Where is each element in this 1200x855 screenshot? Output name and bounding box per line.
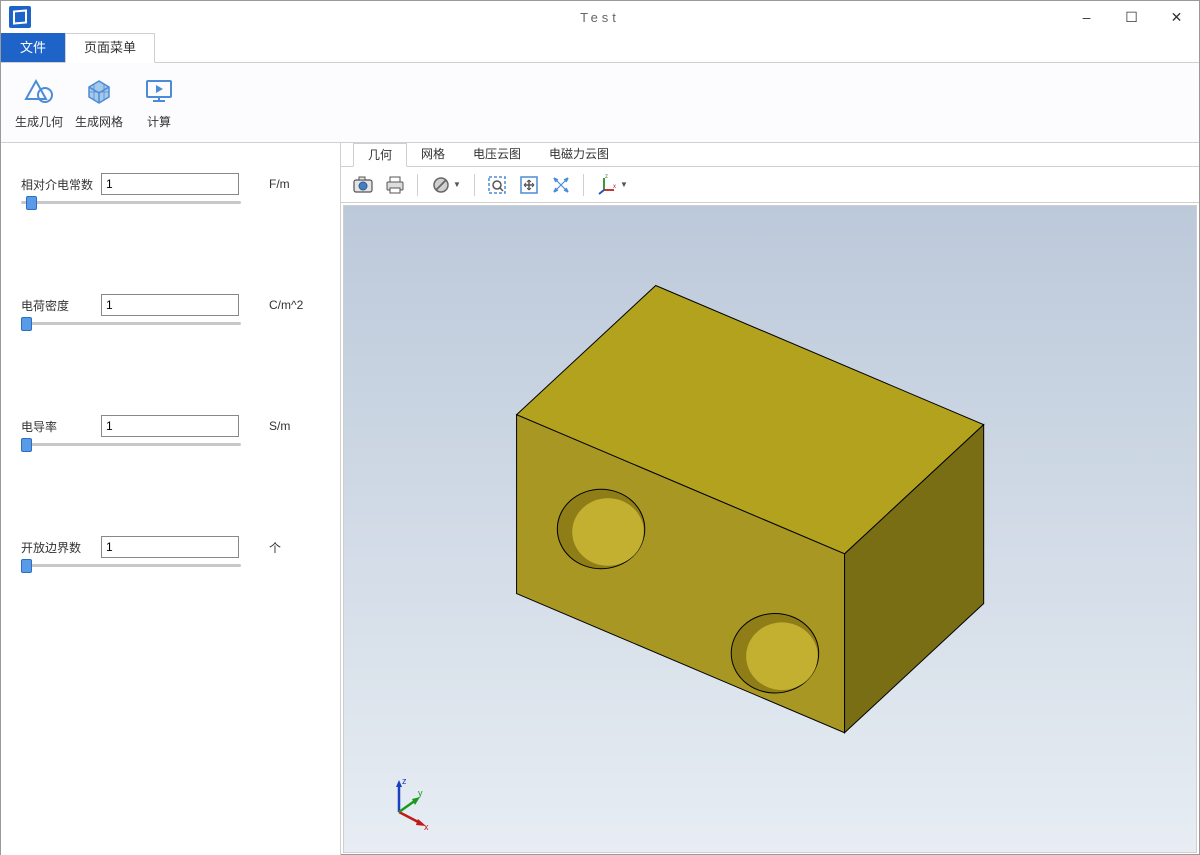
axes-icon: z x [596, 174, 618, 196]
charge-density-slider[interactable] [21, 322, 241, 325]
conductivity-slider[interactable] [21, 443, 241, 446]
toolbar-separator [474, 174, 475, 196]
triangle-circle-icon [23, 75, 55, 107]
camera-button[interactable] [349, 171, 377, 199]
3d-viewport[interactable]: z x y [343, 205, 1197, 853]
open-boundary-input[interactable] [101, 536, 239, 558]
gen-mesh-button[interactable]: 生成网格 [71, 68, 127, 138]
window-controls: – ☐ ✕ [1064, 1, 1199, 33]
close-button[interactable]: ✕ [1154, 1, 1199, 33]
param-permittivity: 相对介电常数 F/m [21, 173, 320, 204]
menu-tabs: 文件 页面菜单 [1, 33, 1199, 63]
view-tab-mesh[interactable]: 网格 [407, 143, 459, 166]
tab-file[interactable]: 文件 [1, 33, 65, 62]
svg-text:x: x [613, 184, 616, 190]
view-tab-voltage[interactable]: 电压云图 [459, 143, 535, 166]
gen-geometry-button[interactable]: 生成几何 [11, 68, 67, 138]
axis-gizmo: z x y [374, 772, 434, 832]
chevron-down-icon: ▼ [453, 180, 461, 189]
permittivity-input[interactable] [101, 173, 239, 195]
camera-icon [352, 174, 374, 196]
pan-icon [550, 174, 572, 196]
chevron-down-icon: ▼ [620, 180, 628, 189]
minimize-button[interactable]: – [1064, 1, 1109, 33]
view-tab-geometry[interactable]: 几何 [353, 143, 407, 167]
gizmo-z-label: z [402, 776, 407, 786]
nohide-icon [431, 175, 451, 195]
print-button[interactable] [381, 171, 409, 199]
fit-button[interactable] [515, 171, 543, 199]
zoom-box-icon [486, 174, 508, 196]
charge-density-label: 电荷密度 [21, 297, 101, 314]
compute-button[interactable]: 计算 [131, 68, 187, 138]
charge-density-input[interactable] [101, 294, 239, 316]
compute-label: 计算 [147, 113, 171, 130]
cube-icon [83, 75, 115, 107]
pan-button[interactable] [547, 171, 575, 199]
titlebar: Test – ☐ ✕ [1, 1, 1199, 33]
conductivity-label: 电导率 [21, 418, 101, 435]
play-screen-icon [143, 75, 175, 107]
charge-density-unit: C/m^2 [269, 298, 303, 312]
param-conductivity: 电导率 S/m [21, 415, 320, 446]
window-title: Test [580, 10, 620, 25]
permittivity-slider[interactable] [21, 201, 241, 204]
open-boundary-slider[interactable] [21, 564, 241, 567]
toolbar-separator [583, 174, 584, 196]
param-charge-density: 电荷密度 C/m^2 [21, 294, 320, 325]
open-boundary-unit: 个 [269, 539, 281, 556]
fit-icon [518, 174, 540, 196]
axes-button[interactable]: z x ▼ [592, 171, 632, 199]
app-icon [9, 6, 31, 28]
conductivity-unit: S/m [269, 419, 290, 433]
gen-geometry-label: 生成几何 [15, 113, 63, 130]
param-open-boundary: 开放边界数 个 [21, 536, 320, 567]
view-tab-emforce[interactable]: 电磁力云图 [535, 143, 623, 166]
permittivity-label: 相对介电常数 [21, 176, 101, 193]
canvas-area: 几何 网格 电压云图 电磁力云图 [341, 143, 1199, 855]
view-tabs: 几何 网格 电压云图 电磁力云图 [341, 143, 1199, 167]
maximize-button[interactable]: ☐ [1109, 1, 1154, 33]
sidebar: 相对介电常数 F/m 电荷密度 C/m^2 电导率 S/m [1, 143, 341, 855]
gizmo-y-label: y [418, 788, 423, 798]
geometry-render [344, 206, 1196, 852]
toolbar-separator [417, 174, 418, 196]
main-area: 相对介电常数 F/m 电荷密度 C/m^2 电导率 S/m [1, 143, 1199, 855]
ribbon: 生成几何 生成网格 计算 [1, 63, 1199, 143]
zoom-box-button[interactable] [483, 171, 511, 199]
gizmo-x-label: x [424, 822, 429, 832]
viewport-toolbar: ▼ [341, 167, 1199, 203]
gen-mesh-label: 生成网格 [75, 113, 123, 130]
permittivity-unit: F/m [269, 177, 290, 191]
conductivity-input[interactable] [101, 415, 239, 437]
tab-page-menu[interactable]: 页面菜单 [65, 33, 155, 63]
svg-text:z: z [605, 174, 608, 180]
open-boundary-label: 开放边界数 [21, 539, 101, 556]
print-icon [384, 174, 406, 196]
nohide-button[interactable]: ▼ [426, 171, 466, 199]
